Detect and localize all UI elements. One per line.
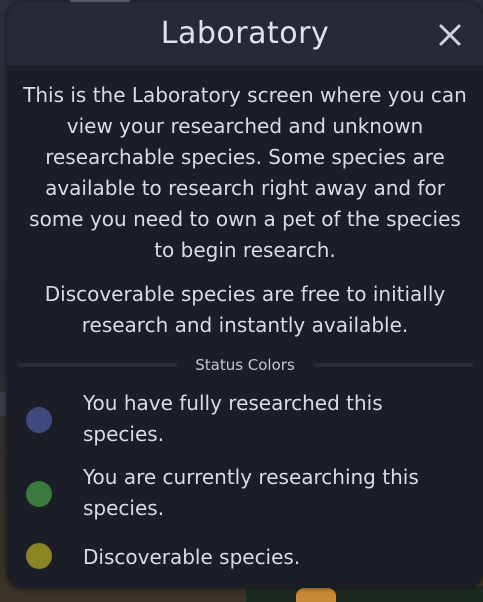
background-element [296, 588, 336, 602]
close-icon [439, 24, 461, 46]
status-color-dot [26, 481, 52, 507]
status-colors-heading: Status Colors [195, 356, 295, 374]
status-color-dot [26, 407, 52, 433]
status-label: You have fully researched this species. [83, 391, 383, 446]
status-label: You are currently researching this speci… [83, 465, 419, 520]
section-divider [313, 363, 473, 367]
laboratory-dialog: Laboratory This is the Laboratory screen… [7, 2, 483, 588]
status-label: Discoverable species. [83, 545, 301, 569]
dialog-description: This is the Laboratory screen where you … [23, 83, 467, 262]
section-divider [17, 363, 177, 367]
background-element [0, 392, 6, 416]
dialog-description-discoverable: Discoverable species are free to initial… [44, 282, 446, 337]
background-element [246, 586, 483, 602]
dialog-title: Laboratory [160, 16, 330, 51]
dialog-header: Laboratory [7, 2, 483, 66]
close-button[interactable] [435, 20, 465, 50]
status-color-dot [26, 543, 52, 569]
